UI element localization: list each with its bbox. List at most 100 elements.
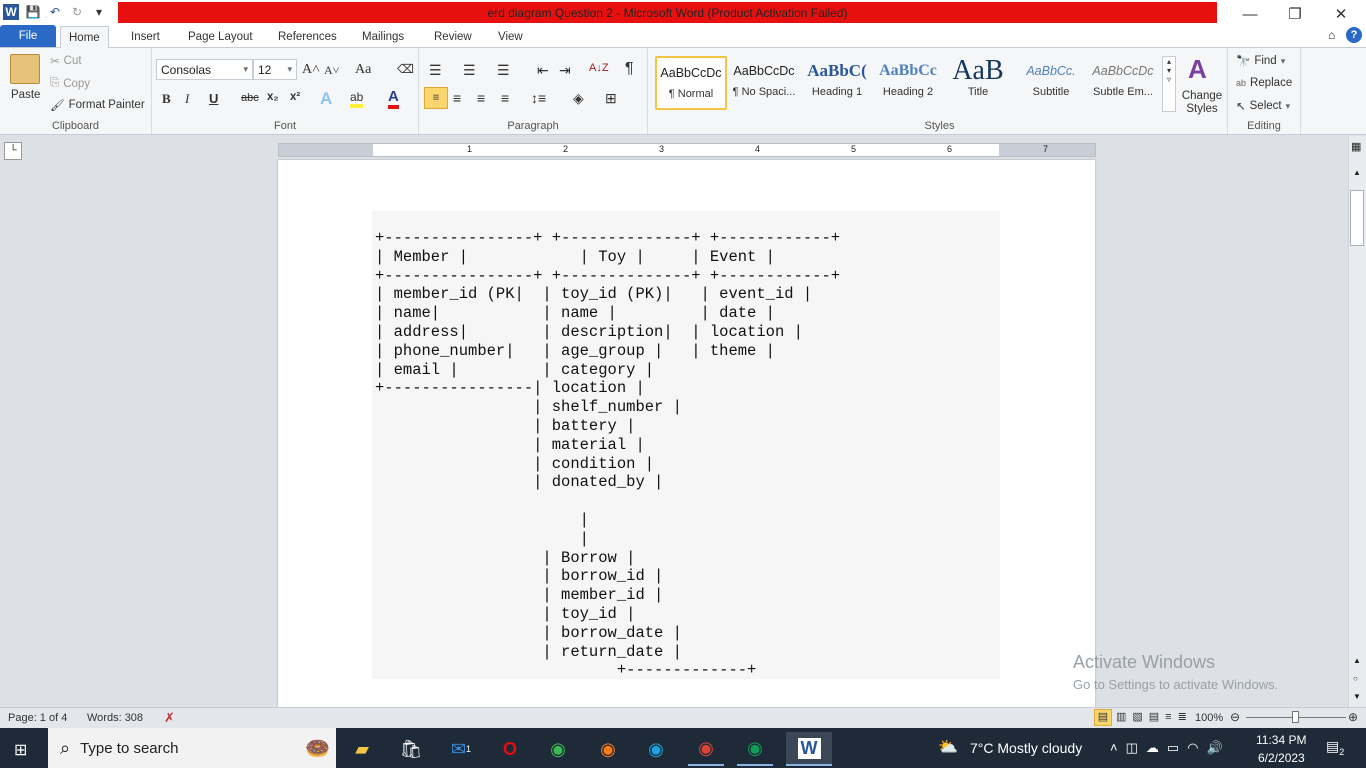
zoom-slider-thumb[interactable]: [1292, 711, 1299, 723]
underline-button[interactable]: U: [209, 91, 218, 106]
scrollbar-thumb[interactable]: [1350, 190, 1364, 246]
style-title[interactable]: AaB Title: [942, 56, 1014, 110]
print-layout-icon[interactable]: ▤: [1094, 709, 1112, 726]
borders-icon[interactable]: ⊞: [605, 90, 617, 107]
chrome-icon[interactable]: ◉: [540, 732, 576, 766]
format-painter-button[interactable]: 🖌 Format Painter: [50, 98, 145, 112]
shrink-font-button[interactable]: A˅: [324, 63, 339, 78]
style-heading-2[interactable]: AaBbCc Heading 2: [872, 56, 944, 110]
chrome-profile-icon[interactable]: ◉: [688, 732, 724, 766]
firefox-icon[interactable]: ◉: [590, 732, 626, 766]
erd-text[interactable]: +----------------+ +--------------+ +---…: [375, 229, 840, 680]
tab-references[interactable]: References: [270, 26, 345, 48]
zoom-level[interactable]: 100%: [1195, 712, 1223, 724]
scroll-down-icon[interactable]: ▼: [1353, 692, 1361, 701]
italic-button[interactable]: I: [185, 91, 189, 107]
change-styles-icon[interactable]: A: [1188, 54, 1207, 85]
sort-button[interactable]: A↓Z: [589, 62, 609, 74]
superscript-button[interactable]: x²: [290, 91, 300, 103]
style-normal[interactable]: AaBbCcDc ¶ Normal: [655, 56, 727, 110]
cut-button[interactable]: ✂ Cut: [50, 54, 82, 68]
customize-qat-icon[interactable]: ▾: [91, 4, 107, 20]
clock-date[interactable]: 6/2/2023: [1258, 751, 1305, 765]
replace-button[interactable]: ab Replace: [1236, 77, 1292, 89]
taskbar-search[interactable]: ⌕ Type to search 🍩: [48, 728, 336, 768]
minimize-ribbon-icon[interactable]: ⌂: [1328, 28, 1335, 42]
view-ruler-icon[interactable]: ▦: [1351, 140, 1361, 153]
replace-label: Replace: [1250, 77, 1293, 89]
tab-review[interactable]: Review: [426, 26, 480, 48]
style-subtle-emphasis[interactable]: AaBbCcDc Subtle Em...: [1087, 56, 1159, 110]
font-color-button[interactable]: A: [388, 88, 399, 109]
style-subtitle[interactable]: AaBbCc. Subtitle: [1015, 56, 1087, 110]
styles-scroll-button[interactable]: ▴ ▾ ▿: [1162, 56, 1176, 112]
tab-insert[interactable]: Insert: [123, 26, 168, 48]
copy-button[interactable]: ⎘ Copy: [50, 77, 90, 90]
justify-button[interactable]: ≡: [501, 90, 509, 106]
text-effects-button[interactable]: A: [320, 89, 332, 109]
word-count[interactable]: Words: 308: [87, 712, 143, 724]
shading-icon[interactable]: ◈: [573, 90, 584, 107]
tab-mailings[interactable]: Mailings: [354, 26, 412, 48]
tab-home[interactable]: Home: [60, 26, 109, 50]
align-center-button[interactable]: ≡: [453, 90, 461, 106]
help-icon[interactable]: ?: [1346, 27, 1362, 43]
numbering-icon[interactable]: ☰: [463, 62, 476, 79]
erd-line: | member_id |: [375, 586, 664, 605]
multilevel-list-icon[interactable]: ☰: [497, 62, 510, 79]
show-formatting-button[interactable]: ¶: [625, 60, 634, 78]
undo-icon[interactable]: ↶: [47, 4, 63, 20]
tab-selector-button[interactable]: └: [4, 142, 22, 160]
scroll-up-small-icon[interactable]: ▲: [1353, 656, 1361, 665]
strikethrough-button[interactable]: abc: [241, 92, 259, 104]
bold-button[interactable]: B: [162, 91, 171, 107]
word-taskbar-icon[interactable]: W: [786, 732, 832, 766]
clock-time[interactable]: 11:34 PM: [1256, 733, 1306, 747]
change-case-button[interactable]: Aa: [355, 62, 371, 78]
bullets-icon[interactable]: ☰: [429, 62, 442, 79]
windows-start-icon[interactable]: ⊞: [14, 740, 27, 760]
view-mode-icons[interactable]: ▥▧▤≡≣: [1116, 710, 1193, 723]
proofing-icon[interactable]: ✗: [164, 710, 175, 726]
line-spacing-icon[interactable]: ↕≡: [531, 90, 546, 106]
tab-page-layout[interactable]: Page Layout: [180, 26, 261, 48]
align-right-button[interactable]: ≡: [477, 90, 485, 106]
highlight-button[interactable]: ab: [350, 90, 364, 108]
save-icon[interactable]: 💾: [25, 4, 41, 20]
paste-icon[interactable]: [10, 54, 40, 84]
edge-icon[interactable]: ◉: [638, 732, 674, 766]
page-count[interactable]: Page: 1 of 4: [8, 712, 67, 724]
weather-text[interactable]: 7°C Mostly cloudy: [970, 740, 1082, 756]
increase-indent-icon[interactable]: ⇥: [559, 62, 571, 79]
change-styles-button[interactable]: Change Styles: [1179, 90, 1225, 116]
select-button[interactable]: ↖ Select ▾: [1236, 99, 1290, 113]
tab-file[interactable]: File: [0, 25, 56, 47]
chrome-profile-2-icon[interactable]: ◉: [737, 732, 773, 766]
grow-font-button[interactable]: A˄: [302, 62, 320, 78]
horizontal-ruler[interactable]: 1 2 3 4 5 6 7: [278, 143, 1096, 157]
paste-button[interactable]: Paste: [11, 89, 40, 101]
scroll-up-icon[interactable]: ▲: [1353, 168, 1361, 177]
select-browse-object-icon[interactable]: ○: [1353, 674, 1358, 683]
word-app-icon[interactable]: W: [3, 4, 19, 20]
tab-view[interactable]: View: [490, 26, 531, 48]
subscript-button[interactable]: x₂: [267, 91, 279, 103]
align-left-button[interactable]: ≡: [424, 87, 448, 109]
opera-icon[interactable]: O: [492, 732, 528, 766]
style-heading-1[interactable]: AaBbC(Heading 1: [801, 56, 873, 110]
style-no-spacing[interactable]: AaBbCcDc ¶ No Spaci...: [728, 56, 800, 110]
ruler-mark: 4: [755, 144, 761, 154]
decrease-indent-icon[interactable]: ⇤: [537, 62, 549, 79]
clear-formatting-icon[interactable]: ⌫: [397, 62, 414, 76]
zoom-in-icon[interactable]: ⊕: [1348, 710, 1358, 724]
mail-icon[interactable]: ✉ 1: [443, 732, 479, 766]
notifications-icon[interactable]: ▤2: [1326, 738, 1344, 757]
font-size-select[interactable]: 12 ▾: [253, 59, 297, 80]
system-tray-icons[interactable]: ˄◫☁▭◠🔊: [1110, 740, 1231, 756]
font-name-select[interactable]: Consolas ▾: [156, 59, 253, 80]
store-icon[interactable]: 🛍: [393, 732, 429, 766]
zoom-out-icon[interactable]: ⊖: [1230, 710, 1240, 724]
file-explorer-icon[interactable]: ▰: [344, 732, 380, 766]
find-button[interactable]: 🔭 Find ▾: [1236, 54, 1285, 68]
redo-icon[interactable]: ↻: [69, 4, 85, 20]
